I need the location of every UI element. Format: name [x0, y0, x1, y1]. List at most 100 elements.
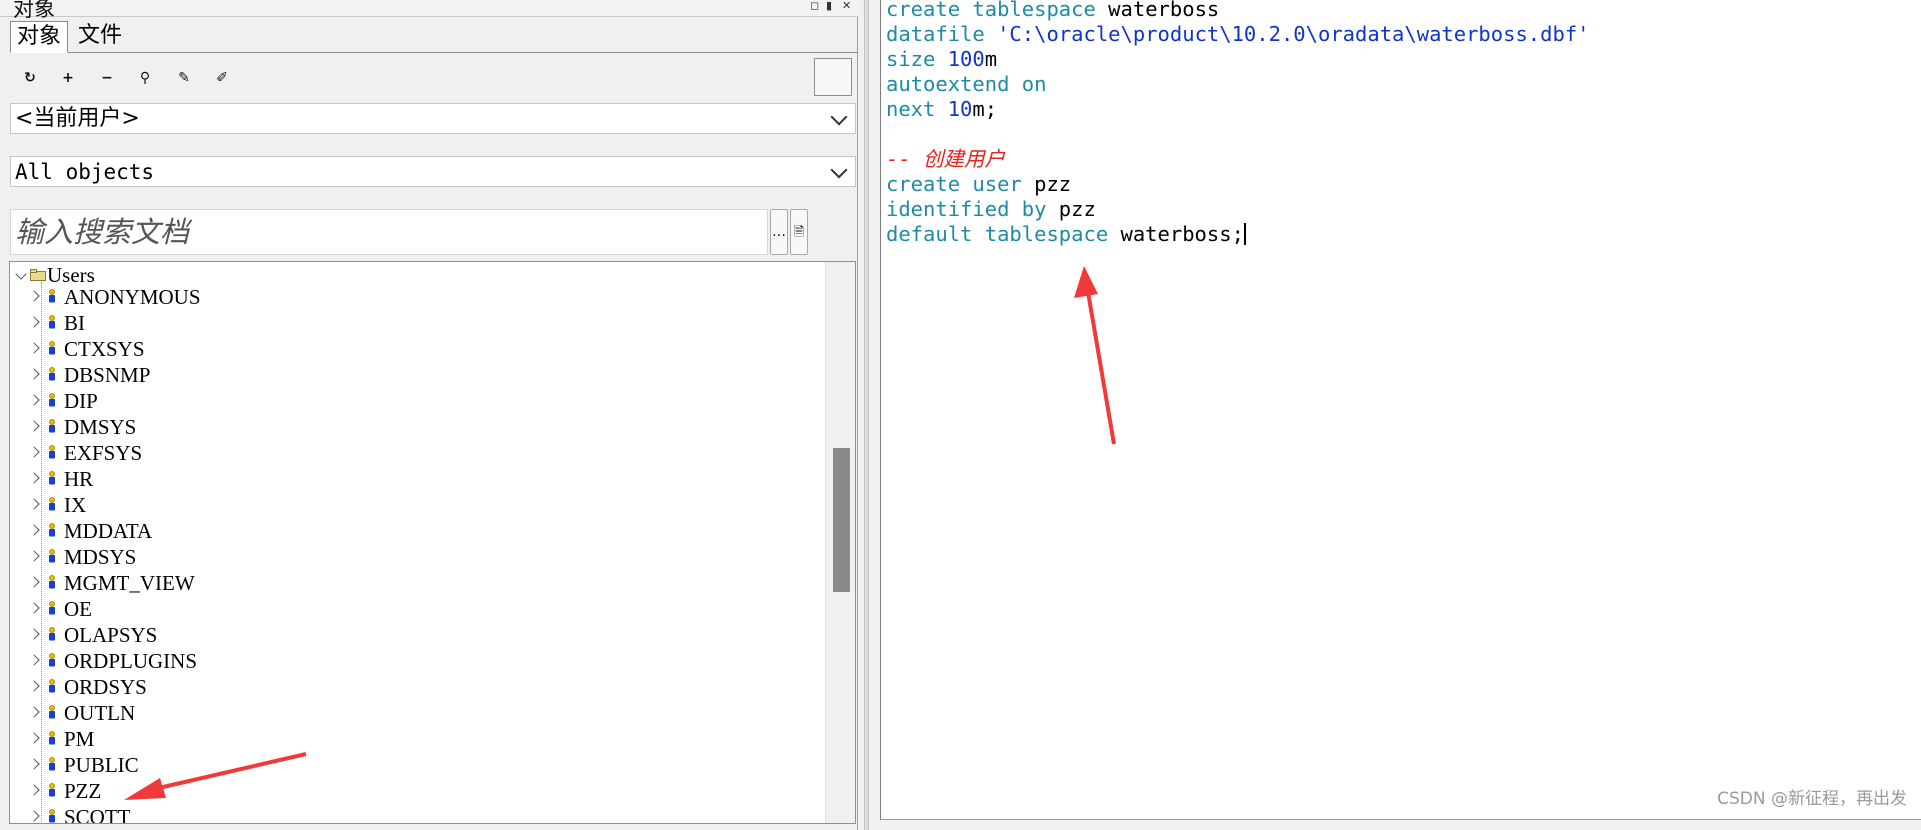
find-button[interactable]: ⚲: [132, 65, 158, 91]
tree-item-user[interactable]: DMSYS: [64, 414, 136, 440]
refresh-button[interactable]: ↻: [17, 65, 43, 91]
sql-comment: -- 创建用户: [886, 147, 1006, 171]
tree-item-user[interactable]: PZZ: [64, 778, 101, 804]
toolbar-option-button[interactable]: [814, 58, 852, 96]
expand-toggle-icon[interactable]: [28, 290, 40, 302]
code-line[interactable]: next 10m;: [886, 97, 997, 122]
user-icon: [49, 549, 55, 563]
code-line[interactable]: identified by pzz: [886, 197, 1096, 222]
tree-item-user[interactable]: IX: [64, 492, 86, 518]
code-line[interactable]: size 100m: [886, 47, 997, 72]
expand-toggle-icon[interactable]: [28, 394, 40, 406]
expand-toggle-icon[interactable]: [28, 758, 40, 770]
tree-item-user[interactable]: MDDATA: [64, 518, 152, 544]
search-field: [10, 209, 768, 255]
expand-toggle-icon[interactable]: [28, 602, 40, 614]
tree-item-user[interactable]: BI: [64, 310, 85, 336]
code-line[interactable]: create tablespace waterboss: [886, 0, 1219, 22]
expand-toggle-icon[interactable]: [28, 420, 40, 432]
tree-item-user[interactable]: DIP: [64, 388, 98, 414]
user-icon: [49, 497, 55, 511]
sql-string: 'C:\oracle\product\10.2.0\oradata\waterb…: [997, 22, 1590, 46]
code-line[interactable]: -- 创建用户: [886, 147, 1005, 172]
expand-toggle-icon[interactable]: [15, 268, 27, 280]
tree-item-user[interactable]: SCOTT: [64, 804, 131, 823]
sql-keyword: default tablespace: [886, 222, 1121, 246]
object-filter-select[interactable]: All objects: [10, 156, 856, 187]
expand-toggle-icon[interactable]: [28, 446, 40, 458]
user-icon: [49, 809, 55, 823]
tree-item-user[interactable]: OE: [64, 596, 92, 622]
tree-item-user[interactable]: HR: [64, 466, 93, 492]
tree-item-user[interactable]: MGMT_VIEW: [64, 570, 195, 596]
expand-toggle-icon[interactable]: [28, 524, 40, 536]
panel-title-bar: 对象 ◻ ▮ ✕: [0, 0, 858, 21]
folder-icon: [30, 269, 46, 281]
chevron-down-icon: [830, 161, 848, 179]
code-line[interactable]: default tablespace waterboss;: [886, 222, 1246, 247]
sql-number: 10: [947, 97, 973, 121]
tree-item-user[interactable]: MDSYS: [64, 544, 136, 570]
panel-splitter[interactable]: [858, 0, 880, 830]
properties-button[interactable]: ✐: [209, 65, 235, 91]
expand-toggle-icon[interactable]: [28, 654, 40, 666]
expand-toggle-icon[interactable]: [28, 368, 40, 380]
edit-icon: ✎: [178, 70, 190, 86]
tree-item-user[interactable]: OUTLN: [64, 700, 135, 726]
code-line[interactable]: create user pzz: [886, 172, 1071, 197]
expand-toggle-icon[interactable]: [28, 784, 40, 796]
object-tree: Users ANONYMOUS BI CTXSYS DBSNMP DIP DMSYS EXF…: [9, 261, 856, 824]
user-icon: [49, 705, 55, 719]
expand-toggle-icon[interactable]: [28, 472, 40, 484]
remove-button[interactable]: −: [94, 65, 120, 91]
tree-item-user[interactable]: ORDPLUGINS: [64, 648, 197, 674]
document-icon: 🗎: [793, 225, 805, 240]
sql-keyword: size: [886, 47, 948, 71]
code-line[interactable]: datafile 'C:\oracle\product\10.2.0\orada…: [886, 22, 1590, 47]
tree-item-user[interactable]: ORDSYS: [64, 674, 147, 700]
expand-toggle-icon[interactable]: [28, 550, 40, 562]
tab-objects[interactable]: 对象: [10, 21, 69, 53]
search-doc-button[interactable]: 🗎: [790, 209, 808, 255]
expand-toggle-icon[interactable]: [28, 316, 40, 328]
tree-item-user[interactable]: ANONYMOUS: [64, 284, 201, 310]
chevron-down-icon: [830, 108, 848, 126]
tree-item-user[interactable]: OLAPSYS: [64, 622, 157, 648]
watermark: CSDN @新征程，再出发: [1717, 789, 1907, 809]
pin-icon[interactable]: ▮: [826, 0, 832, 12]
scrollbar-thumb[interactable]: [833, 448, 850, 592]
find-icon: ⚲: [139, 70, 151, 86]
tree-item-user[interactable]: EXFSYS: [64, 440, 142, 466]
user-filter-select[interactable]: <当前用户>: [10, 103, 856, 134]
sql-identifier: m: [984, 47, 998, 71]
expand-toggle-icon[interactable]: [28, 706, 40, 718]
tree-guide-line: [41, 282, 42, 823]
user-icon: [49, 757, 55, 771]
close-icon[interactable]: ✕: [842, 0, 851, 12]
add-button[interactable]: +: [55, 65, 81, 91]
tree-item-user[interactable]: DBSNMP: [64, 362, 150, 388]
search-input[interactable]: [11, 210, 767, 254]
expand-toggle-icon[interactable]: [28, 628, 40, 640]
user-icon: [49, 289, 55, 303]
expand-toggle-icon[interactable]: [28, 576, 40, 588]
sql-editor[interactable]: create tablespace waterboss datafile 'C:\…: [880, 0, 1921, 820]
restore-icon[interactable]: ◻: [810, 0, 819, 12]
splitter-grip[interactable]: [864, 0, 869, 830]
tab-files[interactable]: 文件: [72, 21, 128, 53]
tree-item-user[interactable]: CTXSYS: [64, 336, 145, 362]
search-more-button[interactable]: …: [770, 209, 788, 255]
user-icon: [49, 679, 55, 693]
expand-toggle-icon[interactable]: [28, 732, 40, 744]
tree-item-user[interactable]: PM: [64, 726, 94, 752]
expand-toggle-icon[interactable]: [28, 810, 40, 822]
expand-toggle-icon[interactable]: [28, 498, 40, 510]
expand-toggle-icon[interactable]: [28, 680, 40, 692]
code-line[interactable]: autoextend on: [886, 72, 1046, 97]
object-browser-panel: 对象 ◻ ▮ ✕ 对象 文件 ↻ + − ⚲ ✎ ✐ <当前用户> All ob…: [0, 0, 858, 830]
tree-scrollbar[interactable]: [825, 262, 855, 823]
edit-button[interactable]: ✎: [171, 65, 197, 91]
sql-number: 100: [947, 47, 985, 71]
tree-item-user[interactable]: PUBLIC: [64, 752, 139, 778]
expand-toggle-icon[interactable]: [28, 342, 40, 354]
